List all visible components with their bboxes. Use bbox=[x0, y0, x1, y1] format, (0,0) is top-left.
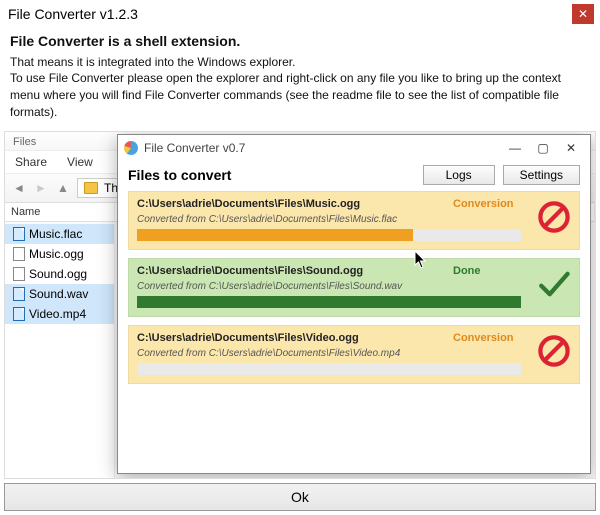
job-row: C:\Users\adrie\Documents\Files\Music.ogg… bbox=[128, 191, 580, 250]
file-row[interactable]: Music.ogg bbox=[5, 244, 114, 264]
converter-header: Files to convert Logs Settings bbox=[118, 161, 590, 191]
dialog-titlebar: File Converter v1.2.3 ✕ bbox=[0, 0, 600, 28]
converter-logo-icon bbox=[124, 141, 138, 155]
col-name[interactable]: Name bbox=[5, 203, 115, 221]
file-row[interactable]: Sound.wav bbox=[5, 284, 114, 304]
jobs-list: C:\Users\adrie\Documents\Files\Music.ogg… bbox=[118, 191, 590, 392]
done-icon bbox=[537, 267, 571, 306]
file-name: Music.ogg bbox=[29, 247, 84, 261]
explorer-window: Files Share View ◄ ► ▲ This PC › Documen… bbox=[4, 131, 596, 479]
nav-fwd-icon[interactable]: ► bbox=[33, 180, 49, 196]
file-name: Video.mp4 bbox=[29, 307, 86, 321]
file-icon bbox=[13, 267, 25, 281]
file-row[interactable]: Sound.ogg bbox=[5, 264, 114, 284]
dialog-heading: File Converter is a shell extension. bbox=[10, 32, 590, 52]
job-status: Conversion bbox=[453, 198, 521, 210]
logs-button[interactable]: Logs bbox=[423, 165, 495, 185]
window-close-button[interactable]: ✕ bbox=[558, 139, 584, 157]
maximize-icon: ▢ bbox=[537, 141, 548, 155]
job-path: C:\Users\adrie\Documents\Files\Music.ogg bbox=[137, 198, 445, 210]
ok-button-label: Ok bbox=[291, 489, 309, 505]
progress-fill bbox=[137, 229, 413, 241]
minimize-icon: — bbox=[509, 141, 521, 155]
job-row: C:\Users\adrie\Documents\Files\Sound.ogg… bbox=[128, 258, 580, 317]
file-icon bbox=[13, 287, 25, 301]
dialog-description: That means it is integrated into the Win… bbox=[10, 54, 590, 121]
file-row[interactable]: Music.flac bbox=[5, 224, 114, 244]
nav-up-icon[interactable]: ▲ bbox=[55, 180, 71, 196]
folder-icon bbox=[84, 182, 98, 194]
cancel-icon[interactable] bbox=[537, 200, 571, 239]
converter-title: File Converter v0.7 bbox=[144, 141, 502, 155]
settings-button[interactable]: Settings bbox=[503, 165, 580, 185]
progress-bar bbox=[137, 296, 521, 308]
job-path: C:\Users\adrie\Documents\Files\Sound.ogg bbox=[137, 265, 445, 277]
close-icon: ✕ bbox=[566, 141, 576, 155]
converter-heading: Files to convert bbox=[128, 167, 231, 183]
file-row[interactable]: Video.mp4 bbox=[5, 304, 114, 324]
file-icon bbox=[13, 307, 25, 321]
converter-titlebar: File Converter v0.7 — ▢ ✕ bbox=[118, 135, 590, 161]
file-name: Sound.ogg bbox=[29, 267, 87, 281]
converter-window: File Converter v0.7 — ▢ ✕ Files to conve… bbox=[117, 134, 591, 474]
explorer-file-list: Music.flac Music.ogg Sound.ogg Sound.wav Vid… bbox=[5, 224, 115, 478]
dialog-close-button[interactable]: ✕ bbox=[572, 4, 594, 24]
close-icon: ✕ bbox=[578, 7, 588, 21]
progress-bar bbox=[137, 363, 521, 375]
file-name: Sound.wav bbox=[29, 287, 88, 301]
job-subtext: Converted from C:\Users\adrie\Documents\… bbox=[137, 348, 445, 359]
job-subtext: Converted from C:\Users\adrie\Documents\… bbox=[137, 214, 445, 225]
file-name: Music.flac bbox=[29, 227, 82, 241]
progress-fill bbox=[137, 296, 521, 308]
window-minimize-button[interactable]: — bbox=[502, 139, 528, 157]
nav-back-icon[interactable]: ◄ bbox=[11, 180, 27, 196]
ok-button[interactable]: Ok bbox=[4, 483, 596, 511]
job-status: Done bbox=[453, 265, 521, 277]
file-icon bbox=[13, 247, 25, 261]
job-row: C:\Users\adrie\Documents\Files\Video.ogg… bbox=[128, 325, 580, 384]
progress-bar bbox=[137, 229, 521, 241]
menu-share[interactable]: Share bbox=[15, 155, 47, 169]
job-status: Conversion bbox=[453, 332, 521, 344]
cancel-icon[interactable] bbox=[537, 334, 571, 373]
job-subtext: Converted from C:\Users\adrie\Documents\… bbox=[137, 281, 445, 292]
job-path: C:\Users\adrie\Documents\Files\Video.ogg bbox=[137, 332, 445, 344]
dialog-body: File Converter is a shell extension. Tha… bbox=[0, 28, 600, 127]
window-maximize-button[interactable]: ▢ bbox=[530, 139, 556, 157]
dialog-title: File Converter v1.2.3 bbox=[4, 4, 142, 24]
menu-view[interactable]: View bbox=[67, 155, 93, 169]
file-icon bbox=[13, 227, 25, 241]
